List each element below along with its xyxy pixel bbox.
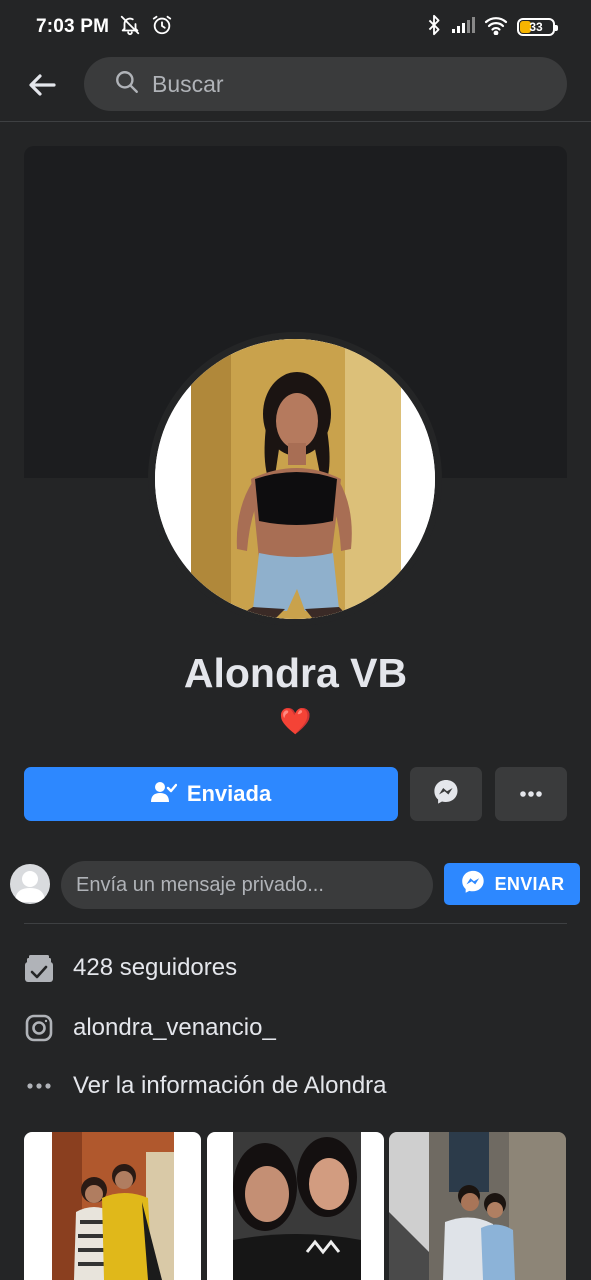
status-time: 7:03 PM [36, 16, 110, 37]
instagram-icon [24, 1013, 54, 1043]
back-button[interactable] [22, 68, 62, 108]
status-bar: 7:03 PM 33 [0, 0, 591, 54]
more-options-button[interactable] [495, 767, 567, 821]
messenger-icon [432, 778, 460, 811]
private-message-box[interactable] [61, 861, 433, 909]
signal-icon [451, 16, 475, 39]
search-icon [114, 69, 140, 100]
more-options-icon [519, 785, 543, 803]
messenger-send-icon [460, 869, 486, 900]
top-header [0, 54, 591, 122]
battery-icon: 33 [517, 18, 558, 36]
profile-bio: ❤️ [279, 706, 312, 736]
more-dots-icon [24, 1071, 54, 1101]
private-message-input[interactable] [76, 873, 416, 897]
photo-thumbnail[interactable] [24, 1132, 201, 1280]
send-message-label: ENVIAR [494, 873, 565, 894]
photo-thumbnail[interactable] [389, 1132, 566, 1280]
profile-avatar[interactable] [155, 339, 435, 619]
back-arrow-icon [28, 73, 56, 102]
mute-notifications-icon [119, 14, 141, 41]
search-box[interactable] [84, 57, 567, 111]
followers-row[interactable]: 428 seguidores [24, 948, 567, 988]
instagram-row[interactable]: alondra_venancio_ [24, 1008, 567, 1048]
bluetooth-icon [426, 14, 442, 41]
followers-text: 428 seguidores [73, 954, 238, 981]
messenger-button[interactable] [410, 767, 482, 821]
friend-request-sent-label: Enviada [186, 781, 272, 806]
profile-name: Alondra VB [183, 650, 408, 696]
wifi-icon [484, 15, 508, 40]
photo-thumbnail[interactable] [207, 1132, 384, 1280]
instagram-handle: alondra_venancio_ [73, 1014, 276, 1041]
alarm-icon [151, 14, 173, 41]
search-input[interactable] [152, 70, 532, 98]
friend-request-sent-button[interactable]: Enviada [24, 767, 398, 821]
followers-icon [24, 953, 54, 983]
send-message-button[interactable]: ENVIAR [444, 863, 580, 905]
friend-request-sent-icon [150, 780, 178, 809]
section-divider [24, 923, 567, 924]
see-info-row[interactable]: Ver la información de Alondra [24, 1066, 567, 1106]
my-avatar[interactable] [10, 864, 50, 904]
see-info-text: Ver la información de Alondra [73, 1072, 387, 1099]
battery-level: 33 [529, 20, 543, 34]
